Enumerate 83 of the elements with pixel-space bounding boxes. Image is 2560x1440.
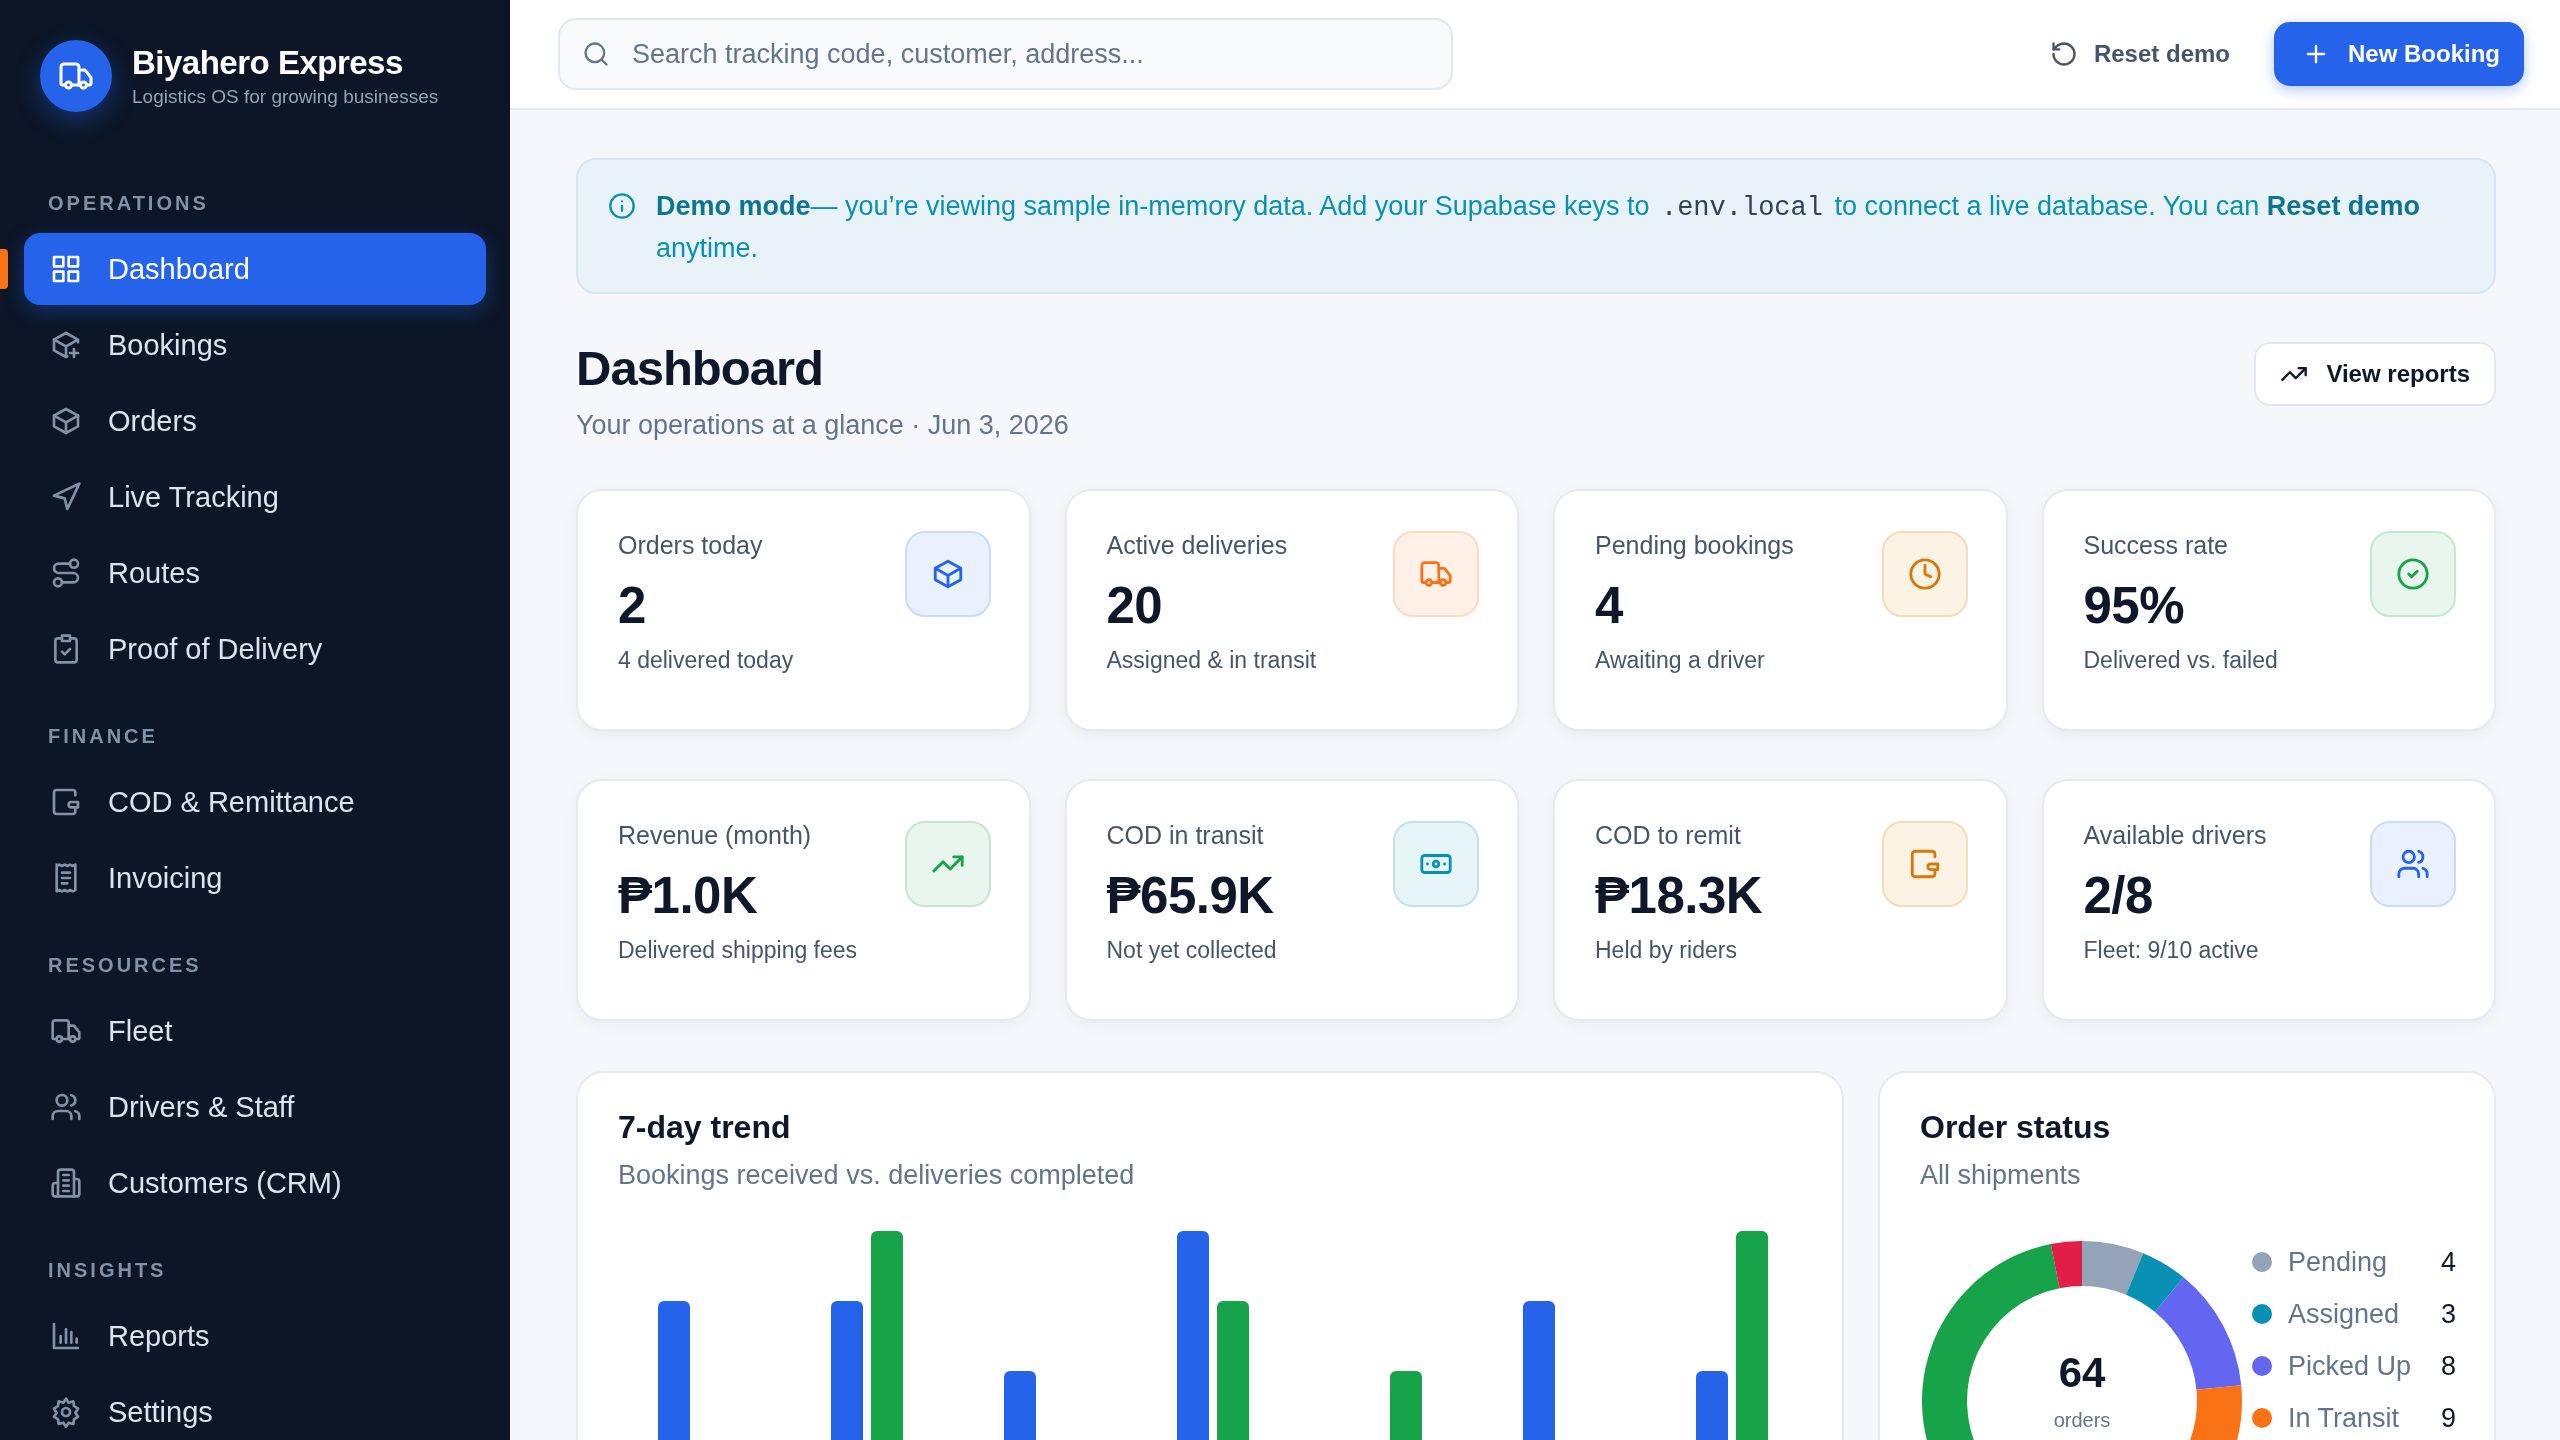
stat-note: Delivered vs. failed [2083, 647, 2278, 674]
nav-item[interactable]: Settings [24, 1376, 486, 1440]
stat-value: ₱18.3K [1595, 866, 1763, 925]
legend-value: 3 [2440, 1298, 2456, 1330]
stat-label: Revenue (month) [618, 821, 813, 850]
legend-label: Pending [2288, 1246, 2389, 1278]
wallet-icon [50, 786, 82, 818]
package-icon [50, 405, 82, 437]
stat-value: ₱1.0K [618, 866, 759, 925]
legend-label: Assigned [2288, 1298, 2401, 1330]
bar-chart-icon [50, 1320, 82, 1352]
nav-item[interactable]: Fleet [24, 995, 486, 1067]
nav-item[interactable]: Invoicing [24, 842, 486, 914]
dashboard-icon [50, 253, 82, 285]
brand-name: Biyahero Express [132, 44, 404, 82]
nav-item[interactable]: Drivers & Staff [24, 1071, 486, 1143]
new-booking-button[interactable]: New Booking [2274, 22, 2524, 86]
stat-note: Delivered shipping fees [618, 937, 858, 964]
nav-item[interactable]: Live Tracking [24, 461, 486, 533]
stat-label: COD to remit [1595, 821, 1742, 850]
reset-demo-button[interactable]: Reset demo [2043, 39, 2236, 69]
chart-title: Order status [1920, 1109, 2112, 1146]
bar [1390, 1371, 1422, 1440]
nav-item[interactable]: Bookings [24, 309, 486, 381]
search-field[interactable]: Search tracking code, customer, address... [558, 18, 1453, 90]
total-value: 64 [2057, 1349, 2107, 1397]
stat-note: Not yet collected [1106, 937, 1277, 964]
section-heading: FINANCE [47, 724, 159, 749]
nav-item[interactable]: Orders [24, 385, 486, 457]
nav-item[interactable]: Proof of Delivery [24, 613, 486, 685]
stat-value: 95% [2083, 576, 2186, 635]
stat-label: Orders today [618, 531, 764, 560]
stat-value: 2 [618, 576, 647, 635]
clock-icon [1907, 557, 1942, 591]
stat-label: Active deliveries [1106, 531, 1289, 560]
bar [1696, 1371, 1728, 1440]
total-label: orders [2052, 1409, 2112, 1432]
section-heading: INSIGHTS [47, 1258, 168, 1283]
legend-value: 4 [2440, 1246, 2456, 1278]
stat-note: Fleet: 9/10 active [2083, 937, 2260, 964]
stat-value: 2/8 [2083, 866, 2154, 925]
users-icon [50, 1091, 82, 1123]
active-marker [0, 249, 8, 289]
stat-label: COD in transit [1106, 821, 1265, 850]
building-icon [50, 1167, 82, 1199]
section-heading: OPERATIONS [47, 191, 210, 216]
legend-label: Picked Up [2288, 1350, 2413, 1382]
nav-item[interactable]: Customers (CRM) [24, 1147, 486, 1219]
package-plus-icon [50, 329, 82, 361]
reset-icon [2049, 40, 2078, 68]
stat-note: 4 delivered today [618, 647, 794, 674]
stat-label: Available drivers [2083, 821, 2267, 850]
info-icon [608, 192, 636, 220]
brand-tagline: Logistics OS for growing businesses [132, 86, 439, 108]
demo-notice-text: Demo mode— you’re viewing sample in-memory data. Add your Supabase keys to .env.local to connect a live database. You can Reset demo anytime. [656, 190, 2421, 265]
legend-label: In Transit [2288, 1402, 2401, 1434]
route-icon [50, 557, 82, 589]
chart-title: 7-day trend [618, 1109, 792, 1146]
view-reports-button[interactable]: View reports [2254, 342, 2496, 406]
page-title: Dashboard [576, 340, 824, 396]
stat-value: 4 [1595, 576, 1624, 635]
nav-item[interactable]: Routes [24, 537, 486, 609]
stat-value: 20 [1106, 576, 1164, 635]
stat-note: Assigned & in transit [1106, 647, 1317, 674]
bar [1004, 1371, 1036, 1440]
stat-label: Pending bookings [1595, 531, 1794, 560]
stat-note: Held by riders [1595, 937, 1738, 964]
stat-value: ₱65.9K [1106, 866, 1275, 925]
nav-item[interactable]: COD & Remittance [24, 766, 486, 838]
legend-value: 9 [2440, 1402, 2456, 1434]
chart-subtitle: Bookings received vs. deliveries completed [618, 1160, 1136, 1191]
page-subtitle: Your operations at a glance · Jun 3, 2026 [576, 410, 1069, 441]
navigation-icon [50, 481, 82, 513]
stat-label: Success rate [2083, 531, 2229, 560]
section-heading: RESOURCES [47, 953, 203, 978]
nav-item[interactable]: Dashboard [24, 233, 486, 305]
users-icon [2396, 847, 2430, 881]
stat-note: Awaiting a driver [1595, 647, 1766, 674]
chart-subtitle: All shipments [1920, 1160, 2082, 1191]
check-circle-icon [2396, 557, 2430, 591]
settings-icon [50, 1396, 82, 1428]
legend-value: 8 [2440, 1350, 2456, 1382]
nav-item[interactable]: Reports [24, 1300, 486, 1372]
